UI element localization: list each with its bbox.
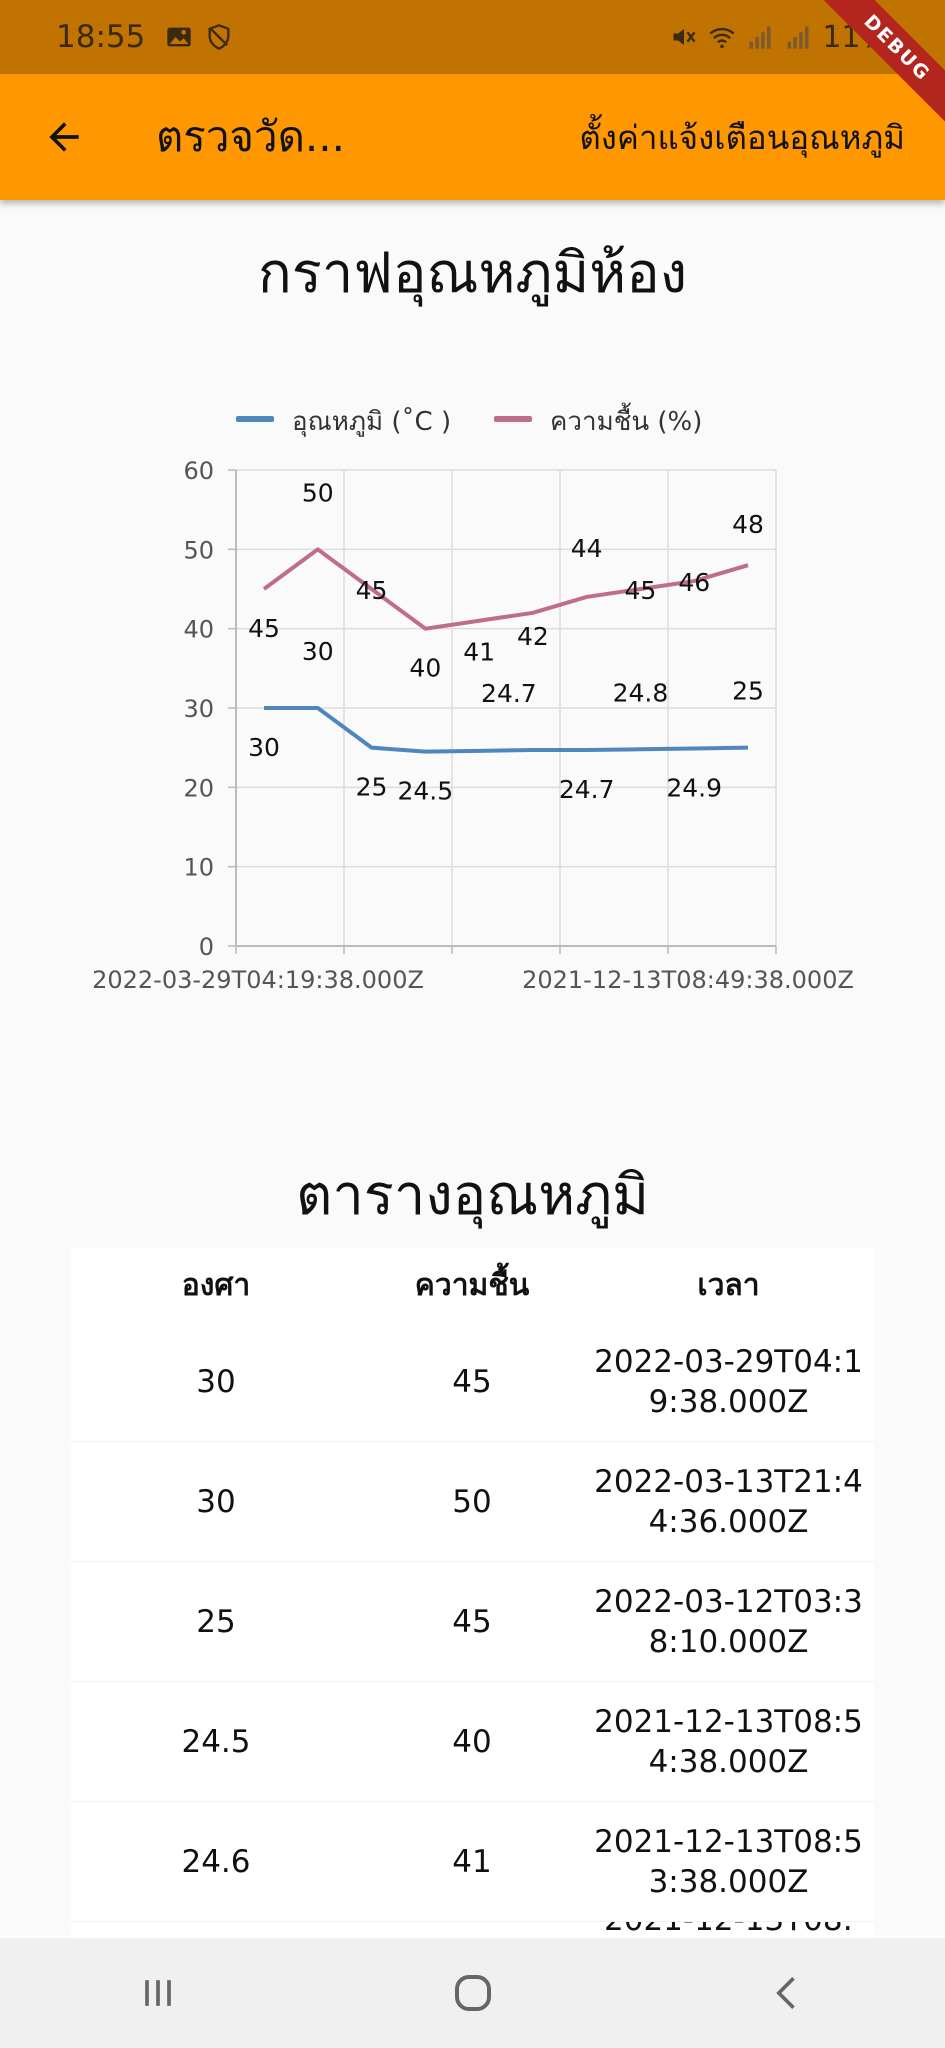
cell-humidity: 41 — [452, 1843, 492, 1880]
table-row: 25 45 2022-03-12T03:38:10.000Z — [71, 1562, 874, 1682]
legend-swatch-1 — [494, 416, 532, 422]
temp-point-label: 25 — [732, 677, 764, 706]
temperature-table: องศา ความชื้น เวลา 30 45 2022-03-29T04:1… — [71, 1248, 874, 1962]
header-time: เวลา — [697, 1267, 760, 1303]
cell-degree: 24.6 — [181, 1843, 251, 1880]
system-nav-bar — [0, 1938, 945, 2048]
humidity-point-label: 46 — [678, 568, 710, 597]
cell-humidity: 45 — [452, 1363, 492, 1400]
humidity-point-label: 40 — [409, 654, 441, 683]
y-tick-label: 10 — [183, 854, 214, 882]
temp-point-label: 24.5 — [397, 777, 453, 806]
humidity-point-label: 42 — [517, 622, 549, 651]
series-line-0 — [264, 706, 749, 754]
cell-time: 2022-03-29T04:19:38.000Z — [594, 1343, 863, 1420]
humidity-point-label: 48 — [732, 510, 764, 539]
humidity-point-label: 45 — [625, 576, 657, 605]
table-title: ตารางอุณหภูมิ — [295, 1163, 649, 1228]
shield-icon — [208, 24, 230, 50]
cell-time: 2022-03-12T03:38:10.000Z — [594, 1583, 863, 1660]
temp-point-label: 24.7 — [559, 775, 615, 804]
cell-degree: 30 — [196, 1483, 236, 1520]
temp-point-label: 25 — [356, 773, 388, 802]
signal-icon — [749, 26, 771, 49]
recents-icon — [144, 1980, 171, 2006]
y-tick-label: 30 — [183, 695, 214, 723]
cell-humidity: 40 — [452, 1723, 492, 1760]
table-row: 30 45 2022-03-29T04:19:38.000Z — [71, 1322, 874, 1442]
humidity-point-label: 50 — [302, 478, 334, 507]
home-icon — [454, 1975, 491, 2011]
y-tick-label: 60 — [183, 457, 214, 485]
wifi-icon — [709, 27, 735, 49]
cell-humidity: 45 — [452, 1603, 492, 1640]
table-row: 24.6 41 2021-12-13T08:53:38.000Z — [71, 1802, 874, 1922]
temp-point-label: 24.8 — [613, 678, 669, 707]
y-tick-label: 50 — [183, 536, 214, 564]
nav-back-button[interactable] — [748, 1953, 828, 2033]
mute-icon — [673, 28, 696, 46]
cell-time: 2021-12-13T08:53:38.000Z — [594, 1823, 863, 1900]
table-row: 30 50 2022-03-13T21:44:36.000Z — [71, 1442, 874, 1562]
cell-time: 2021-12-13T08:54:38.000Z — [594, 1703, 863, 1780]
gallery-icon — [167, 27, 192, 47]
series-line-1 — [262, 547, 749, 631]
home-button[interactable] — [433, 1953, 513, 2033]
cell-degree: 24.5 — [181, 1723, 251, 1760]
header-degree: องศา — [181, 1267, 251, 1303]
chart-title: กราฟอุณหภูมิห้อง — [257, 241, 688, 306]
humidity-point-label: 45 — [248, 614, 280, 643]
legend-label-0: อุณหภูมิ (˚C ) — [292, 407, 451, 437]
temp-point-label: 30 — [302, 637, 334, 666]
x-tick-label: 2022-03-29T04:19:38.000Z — [92, 966, 424, 994]
table-row: 24.5 40 2021-12-13T08:54:38.000Z — [71, 1682, 874, 1802]
arrow-left-icon — [49, 122, 79, 152]
y-tick-label: 20 — [183, 774, 214, 802]
table-header: องศา ความชื้น เวลา — [71, 1248, 874, 1322]
line-chart: อุณหภูมิ (˚C ) ความชื้น (%) 0 10 20 30 40 50 60… — [92, 402, 854, 994]
y-tick-label: 40 — [183, 616, 214, 644]
header-humidity: ความชื้น — [414, 1267, 530, 1303]
back-button[interactable] — [34, 107, 94, 167]
signal-icon-2 — [787, 26, 809, 49]
humidity-point-label: 44 — [571, 534, 603, 563]
back-icon — [775, 1977, 795, 2009]
alert-settings-button[interactable]: ตั้งค่าแจ้งเตือนอุณหภูมิ — [579, 111, 905, 164]
x-tick-label: 2021-12-13T08:49:38.000Z — [522, 966, 854, 994]
y-tick-label: 0 — [199, 933, 214, 961]
cell-time: 2022-03-13T21:44:36.000Z — [594, 1463, 863, 1540]
cell-humidity: 50 — [452, 1483, 492, 1520]
temp-point-label: 24.9 — [666, 773, 722, 802]
humidity-point-label: 41 — [463, 638, 495, 667]
cell-degree: 25 — [196, 1603, 236, 1640]
app-bar: ตรวจวัด... ตั้งค่าแจ้งเตือนอุณหภูมิ — [0, 74, 945, 200]
page-title: ตรวจวัด... — [156, 112, 345, 161]
status-time: 18:55 — [56, 19, 146, 55]
status-bar: 18:55 11% — [0, 0, 945, 74]
cell-degree: 30 — [196, 1363, 236, 1400]
temp-point-label: 24.7 — [481, 679, 537, 708]
legend-swatch-0 — [236, 416, 274, 422]
legend-label-1: ความชื้น (%) — [550, 402, 702, 437]
recents-button[interactable] — [118, 1953, 198, 2033]
temp-point-label: 30 — [248, 733, 280, 762]
humidity-point-label: 45 — [356, 576, 388, 605]
